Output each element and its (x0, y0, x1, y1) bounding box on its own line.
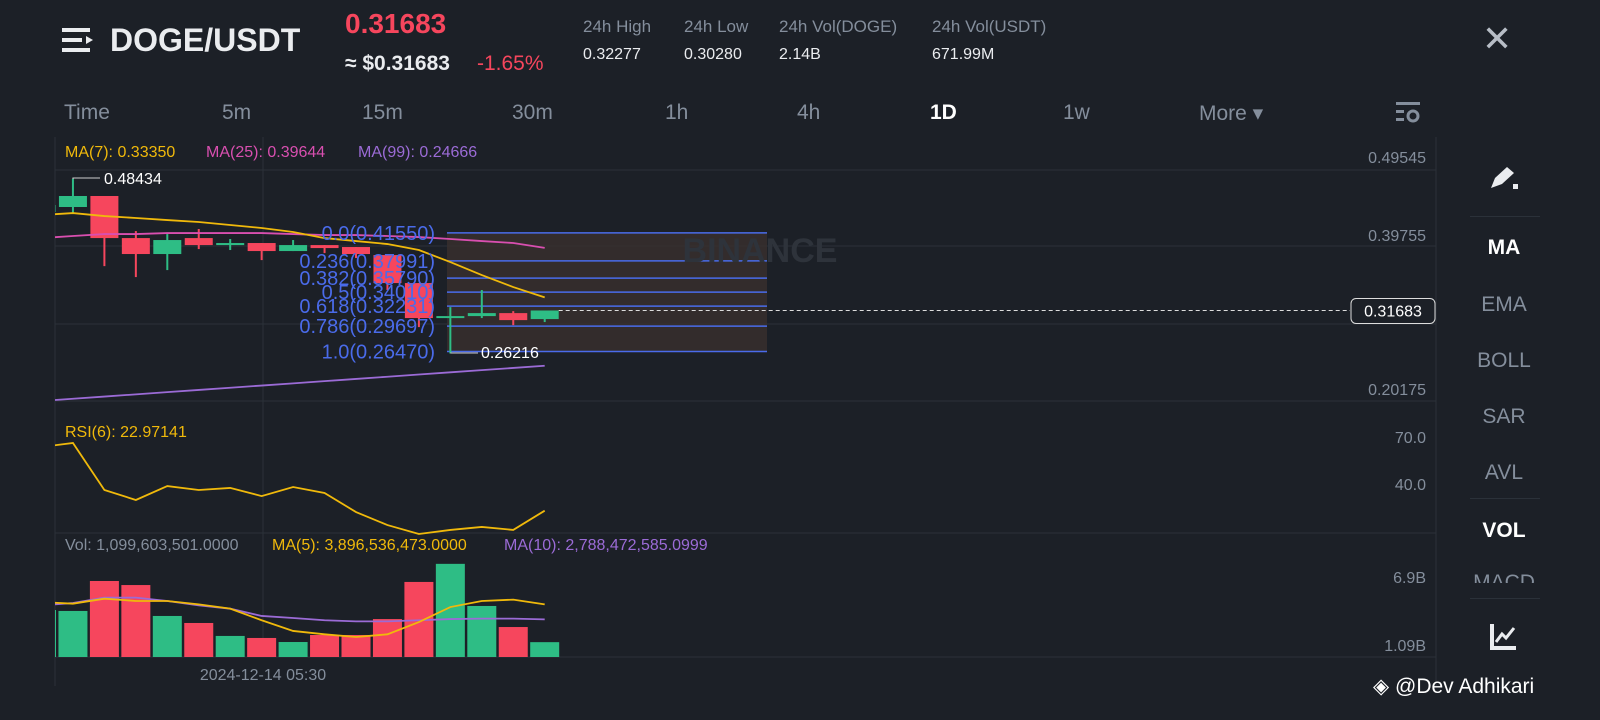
rsi-axis-label: 40.0 (1395, 477, 1426, 494)
indicator-macd[interactable]: MACD (1445, 571, 1563, 583)
current-price-label: 0.31683 (1364, 303, 1422, 320)
vol-ma5-label: MA(5): 3,896,536,473.0000 (272, 537, 467, 554)
volume-bar (215, 635, 245, 657)
candle-body (310, 245, 339, 249)
candle-body (184, 238, 213, 246)
volume-bar (55, 610, 56, 657)
plot-area (55, 177, 767, 657)
volume-bar (152, 615, 182, 657)
draw-tool-icon[interactable] (1489, 164, 1519, 192)
price-axis-label: 0.20175 (1368, 382, 1426, 399)
candle-body (216, 243, 245, 246)
binance-logo-icon: ◈ (1373, 675, 1390, 698)
volume-bar (121, 585, 151, 657)
credit-watermark: ◈ @Dev Adhikari (1373, 674, 1534, 699)
vol-axis-label: 6.9B (1393, 570, 1426, 587)
ma7-label: MA(7): 0.33350 (65, 144, 175, 161)
volume-bar (372, 619, 402, 657)
volume-bar (278, 642, 308, 657)
indicator-vol[interactable]: VOL (1445, 519, 1563, 543)
rsi-line (55, 441, 546, 535)
vol-axis-label: 1.09B (1384, 638, 1426, 655)
high-label: 0.48434 (104, 171, 162, 188)
kline-chart[interactable]: BINANCE0.0(0.41550)0.236(0.37991)0.382(0… (0, 0, 1600, 720)
credit-text: @Dev Adhikari (1395, 675, 1535, 698)
candle-body (436, 316, 465, 319)
indicator-ema[interactable]: EMA (1445, 293, 1563, 317)
price-axis-label: 0.49545 (1368, 150, 1426, 167)
volume-bar (58, 610, 88, 657)
volume-bar (498, 627, 528, 657)
fib-label: 1.0(0.26470) (322, 341, 435, 363)
fib-label: 0.618(0.32231) (299, 296, 435, 318)
ma25-label: MA(25): 0.39644 (206, 144, 325, 161)
volume-bar (341, 634, 371, 657)
candle-body (499, 313, 528, 321)
volume-bar (310, 634, 340, 657)
rsi-label: RSI(6): 22.97141 (65, 424, 187, 441)
candle-body (121, 238, 150, 255)
candle-body (58, 195, 87, 208)
fib-label: 0.786(0.29697) (299, 316, 435, 338)
binance-watermark: BINANCE (683, 232, 838, 270)
candle-body (467, 313, 496, 317)
indicator-avl[interactable]: AVL (1445, 461, 1563, 485)
candle-body (55, 205, 56, 213)
price-axis-label: 0.39755 (1368, 228, 1426, 245)
indicator-ma[interactable]: MA (1445, 236, 1563, 260)
fib-label: 0.0(0.41550) (322, 223, 435, 245)
candle-body (153, 240, 182, 255)
candle-body (530, 310, 559, 320)
indicator-boll[interactable]: BOLL (1445, 349, 1563, 373)
ma99-label: MA(99): 0.24666 (358, 144, 477, 161)
time-axis-label: 2024-12-14 05:30 (200, 667, 326, 684)
indicator-chart-icon[interactable] (1490, 622, 1518, 650)
candle-body (247, 243, 276, 252)
rsi-axis-label: 70.0 (1395, 430, 1426, 447)
volume-bar (184, 622, 214, 657)
volume-bar (89, 580, 119, 657)
indicator-sar[interactable]: SAR (1445, 405, 1563, 429)
vol-ma10-label: MA(10): 2,788,472,585.0999 (504, 537, 708, 554)
volume-bar (435, 563, 465, 657)
volume-bar (530, 642, 560, 657)
vol-label: Vol: 1,099,603,501.0000 (65, 537, 239, 554)
ma99-line (55, 364, 545, 401)
high-marker-line (72, 177, 100, 179)
volume-bar (247, 637, 277, 657)
low-label: 0.26216 (481, 345, 539, 362)
volume-bar (467, 605, 497, 657)
